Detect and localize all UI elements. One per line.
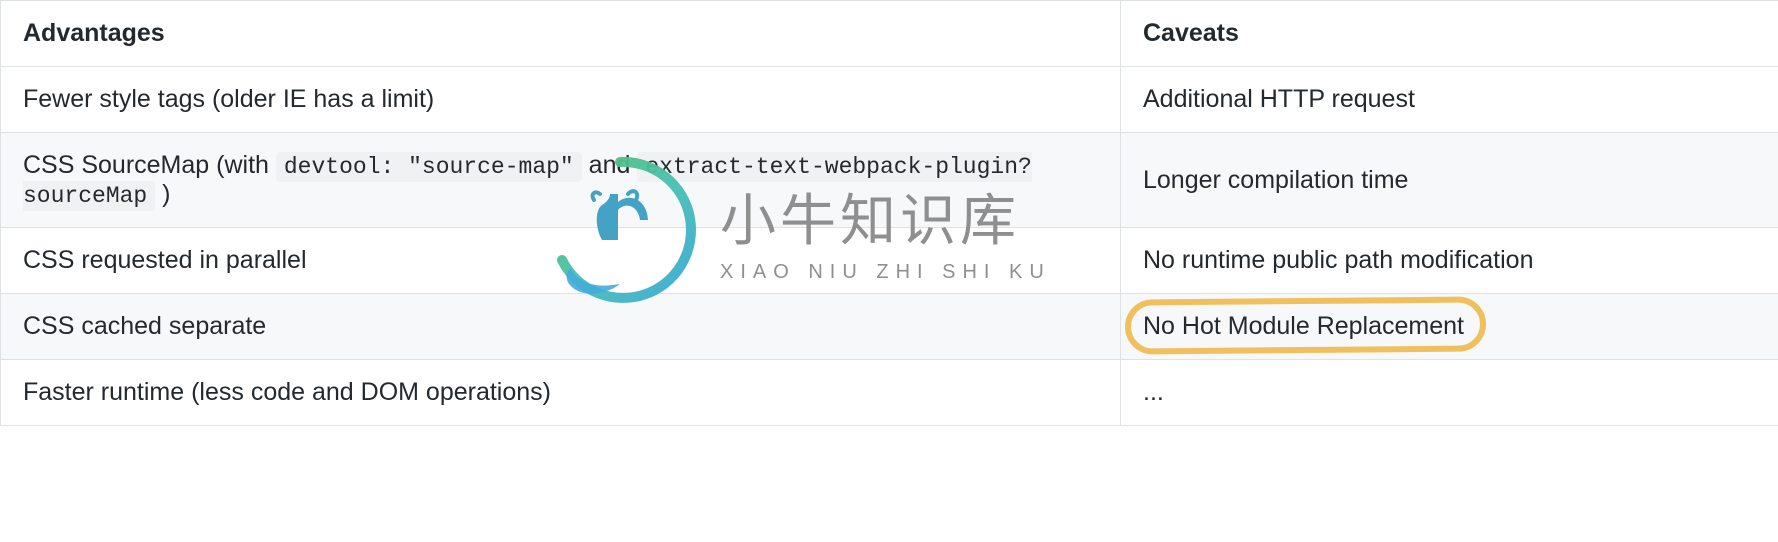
cell-text: No Hot Module Replacement	[1143, 312, 1464, 340]
cell-advantage: Faster runtime (less code and DOM operat…	[1, 360, 1121, 426]
cell-advantage: Fewer style tags (older IE has a limit)	[1, 67, 1121, 133]
table-row: Faster runtime (less code and DOM operat…	[1, 360, 1778, 426]
table-row: CSS SourceMap (with devtool: "source-map…	[1, 133, 1778, 228]
highlighted-text: No Hot Module Replacement	[1143, 312, 1464, 341]
cell-text: CSS SourceMap (with	[23, 151, 276, 179]
cell-caveat: Longer compilation time	[1121, 133, 1778, 228]
cell-caveat: No Hot Module Replacement	[1121, 294, 1778, 360]
cell-text: and	[582, 151, 638, 179]
table-row: Fewer style tags (older IE has a limit) …	[1, 67, 1778, 133]
cell-advantage: CSS cached separate	[1, 294, 1121, 360]
cell-caveat: ...	[1121, 360, 1778, 426]
cell-advantage: CSS requested in parallel	[1, 228, 1121, 294]
cell-caveat: No runtime public path modification	[1121, 228, 1778, 294]
table-row: CSS requested in parallel No runtime pub…	[1, 228, 1778, 294]
header-advantages: Advantages	[1, 1, 1121, 67]
cell-caveat: Additional HTTP request	[1121, 67, 1778, 133]
header-caveats: Caveats	[1121, 1, 1778, 67]
code-snippet: devtool: "source-map"	[276, 152, 582, 182]
cell-advantage: CSS SourceMap (with devtool: "source-map…	[1, 133, 1121, 228]
table-header-row: Advantages Caveats	[1, 1, 1778, 67]
comparison-table: Advantages Caveats Fewer style tags (old…	[0, 0, 1778, 426]
cell-text: )	[155, 180, 170, 208]
table-row: CSS cached separate No Hot Module Replac…	[1, 294, 1778, 360]
